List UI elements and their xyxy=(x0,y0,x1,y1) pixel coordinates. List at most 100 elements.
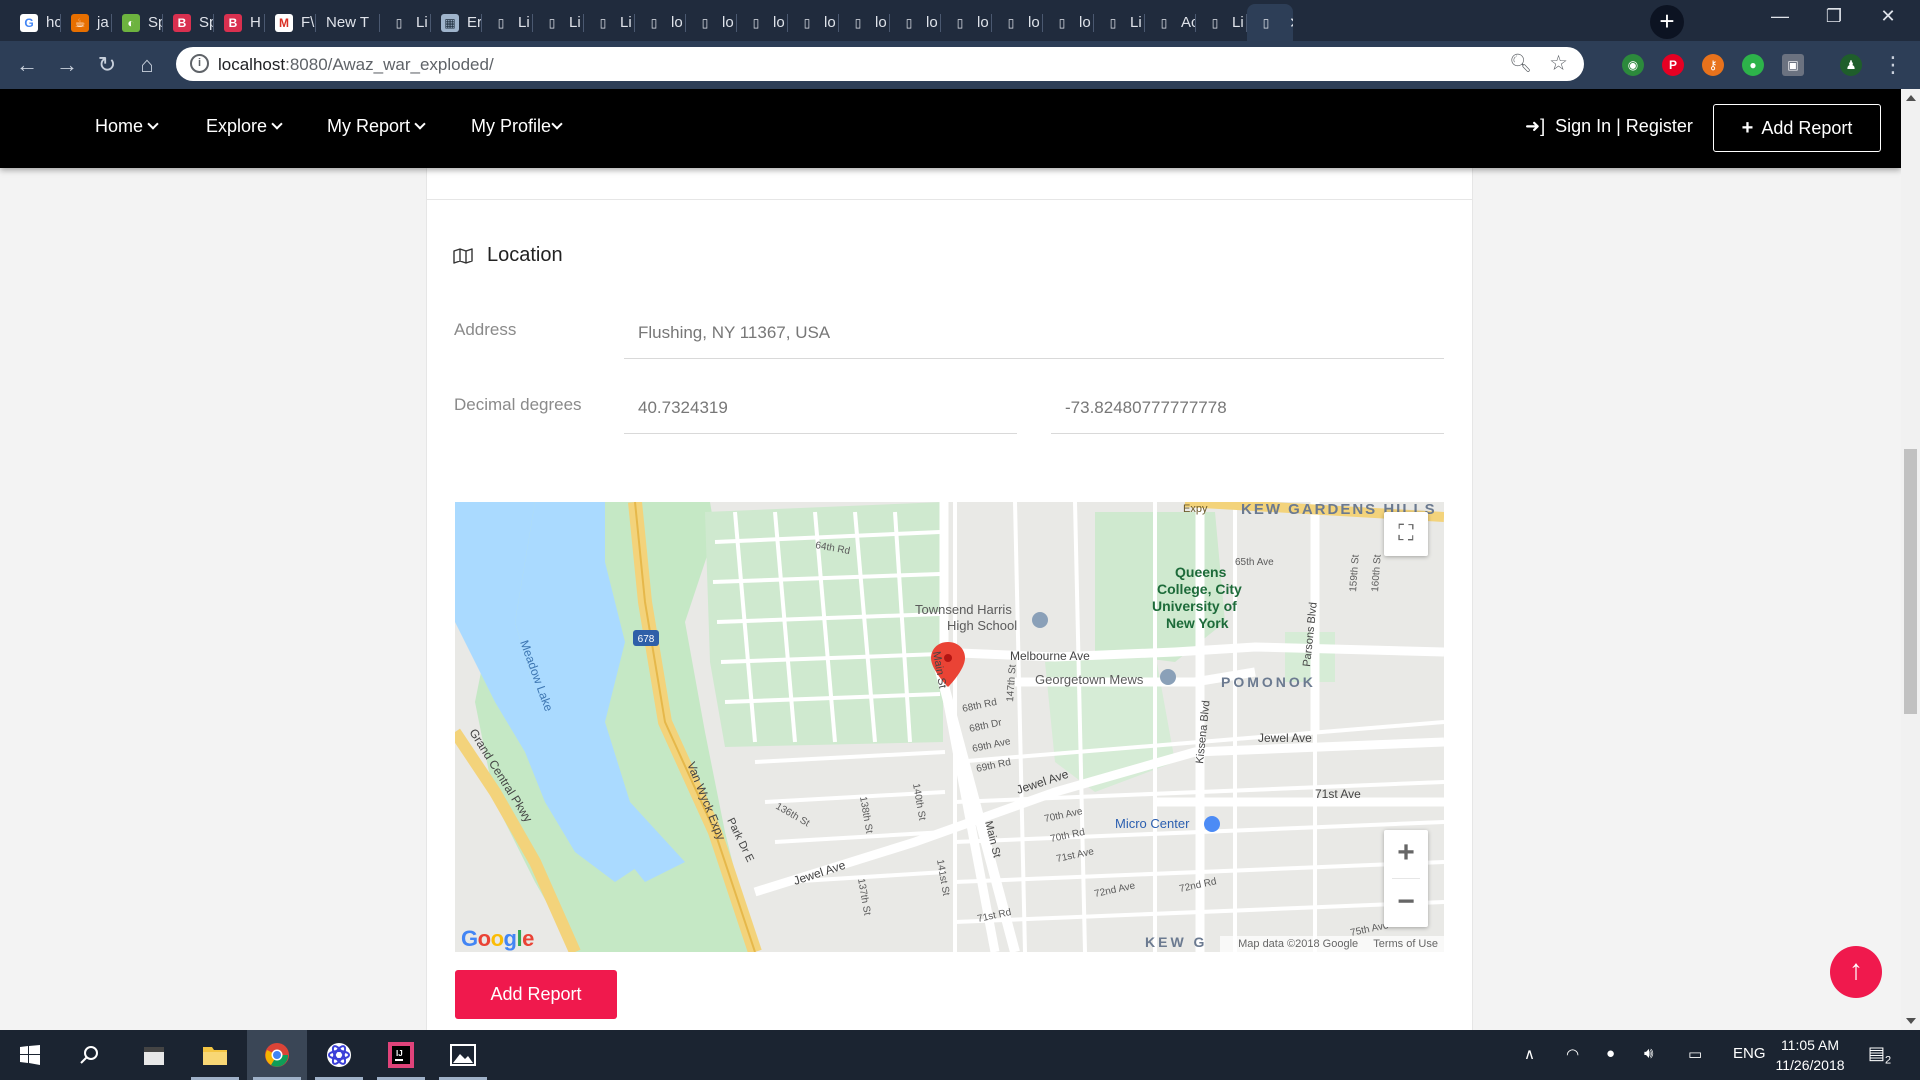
close-tab-icon[interactable]: ✕ xyxy=(1289,14,1293,32)
page-scrollbar[interactable] xyxy=(1901,89,1920,1030)
browser-tab[interactable]: ▯ Li xyxy=(1094,4,1145,41)
address-bar[interactable]: i localhost:8080/Awaz_war_exploded/ 🔍︎ ☆ xyxy=(176,47,1584,81)
page-icon: ▯ xyxy=(1262,15,1270,30)
browser-tab[interactable]: ▯ lo xyxy=(788,4,839,41)
close-window-button[interactable]: ✕ xyxy=(1868,6,1908,27)
minimize-button[interactable]: — xyxy=(1760,6,1800,27)
map-label-71st-ave: 71st Ave xyxy=(1315,787,1361,801)
terms-of-use-link[interactable]: Terms of Use xyxy=(1373,938,1438,950)
nav-explore[interactable]: Explore xyxy=(206,116,283,137)
notification-center-icon[interactable]: ▤2 xyxy=(1868,1043,1891,1067)
java-icon: ☕ xyxy=(71,13,89,32)
app-atom-icon[interactable] xyxy=(309,1030,369,1080)
browser-tab[interactable]: M F\ xyxy=(265,4,316,41)
restore-button[interactable]: ❐ xyxy=(1814,6,1854,27)
map-data-text: Map data ©2018 Google xyxy=(1238,938,1359,950)
back-to-top-button[interactable]: ↑ xyxy=(1830,946,1882,998)
browser-tab[interactable]: ▯ Ac xyxy=(1145,4,1196,41)
address-field[interactable]: Flushing, NY 11367, USA xyxy=(624,311,1444,359)
key-extension-icon[interactable]: ⚷ xyxy=(1702,54,1724,76)
browser-tab[interactable]: ▦ Er xyxy=(431,4,482,41)
browser-tab[interactable]: ▯ Li xyxy=(482,4,533,41)
browser-tab[interactable]: New T xyxy=(316,4,380,41)
sign-in-register-link[interactable]: ➜] Sign In | Register xyxy=(1525,116,1693,137)
wifi-icon[interactable]: ◠ xyxy=(1566,1045,1579,1063)
site-info-icon[interactable]: i xyxy=(190,54,209,73)
scroll-up-arrow-icon[interactable] xyxy=(1906,95,1916,101)
browser-tab[interactable]: Ghc xyxy=(10,4,61,41)
browser-tab[interactable]: ◐ Sp xyxy=(112,4,163,41)
intellij-idea-icon[interactable]: IJ xyxy=(371,1030,431,1080)
browser-tab[interactable]: ▯ lo xyxy=(737,4,788,41)
page-icon: ▯ xyxy=(1058,15,1066,30)
home-icon[interactable]: ⌂ xyxy=(132,51,162,81)
browser-menu-icon[interactable]: ⋮ xyxy=(1878,51,1908,81)
google-icon: G xyxy=(20,13,38,32)
forward-icon[interactable]: → xyxy=(52,51,82,81)
zoom-icon[interactable]: 🔍︎ xyxy=(1509,53,1532,74)
nav-my-report[interactable]: My Report xyxy=(327,116,426,137)
latitude-field[interactable]: 40.7324319 xyxy=(624,386,1017,434)
browser-tab[interactable]: B Sp xyxy=(163,4,214,41)
calendar-app-icon[interactable] xyxy=(124,1030,184,1080)
google-map[interactable]: 678 KEW GARDENS HILLS Expy Queens College… xyxy=(455,502,1444,952)
profile-avatar[interactable]: ♟ xyxy=(1840,54,1862,76)
browser-tab[interactable]: ▯ lo xyxy=(992,4,1043,41)
browser-tab[interactable]: ▯ Li xyxy=(380,4,431,41)
browser-tab[interactable]: BH xyxy=(214,4,265,41)
bookmark-star-icon[interactable]: ☆ xyxy=(1549,51,1568,76)
url-text[interactable]: localhost:8080/Awaz_war_exploded/ xyxy=(218,55,494,75)
browser-tab-label: Li xyxy=(620,14,632,31)
fullscreen-icon[interactable]: ⛶ xyxy=(1384,512,1428,556)
extension-globe-icon[interactable]: ◉ xyxy=(1622,54,1644,76)
extension-box-icon[interactable]: ▣ xyxy=(1782,54,1804,76)
add-report-submit-button[interactable]: Add Report xyxy=(455,970,617,1019)
add-report-nav-button[interactable]: + Add Report xyxy=(1713,104,1881,152)
nav-my-report-label: My Report xyxy=(327,116,411,136)
browser-tab[interactable]: ▯ Li xyxy=(533,4,584,41)
browser-tab[interactable]: ▯ lo xyxy=(890,4,941,41)
search-icon[interactable] xyxy=(60,1030,120,1080)
svg-text:IJ: IJ xyxy=(396,1049,403,1058)
scroll-down-arrow-icon[interactable] xyxy=(1906,1018,1916,1024)
browser-tab[interactable]: ▯ Li xyxy=(584,4,635,41)
browser-tab[interactable]: ▯ lo xyxy=(839,4,890,41)
browser-tab[interactable]: ▯ lo xyxy=(941,4,992,41)
browser-tab[interactable]: ▯ lo xyxy=(686,4,737,41)
browser-tab[interactable]: ▯ Li xyxy=(1196,4,1247,41)
zoom-in-button[interactable]: + xyxy=(1384,830,1428,878)
image-icon: ▦ xyxy=(441,13,459,32)
tray-overflow-chevron-icon[interactable]: ∧ xyxy=(1524,1045,1535,1063)
page-viewport: Home Explore My Report My Profile ➜] Sign… xyxy=(0,89,1901,1030)
tray-app-icon[interactable]: ● xyxy=(1606,1045,1615,1062)
chrome-icon[interactable] xyxy=(247,1030,307,1080)
zoom-out-button[interactable]: − xyxy=(1384,879,1428,927)
reload-icon[interactable]: ↻ xyxy=(92,51,122,81)
page-icon: ▯ xyxy=(548,15,556,30)
nav-my-profile[interactable]: My Profile xyxy=(471,116,563,137)
page-icon: ▯ xyxy=(701,15,709,30)
pinterest-icon[interactable]: P xyxy=(1662,54,1684,76)
longitude-field[interactable]: -73.82480777777778 xyxy=(1051,386,1444,434)
maps-pin-extension-icon[interactable]: ● xyxy=(1742,54,1764,76)
browser-tab-label: New T xyxy=(326,14,370,31)
page-icon: ▯ xyxy=(497,15,505,30)
nav-home[interactable]: Home xyxy=(95,116,159,137)
back-icon[interactable]: ← xyxy=(12,51,42,81)
google-logo[interactable]: Google xyxy=(461,926,534,952)
browser-tab[interactable]: ▯ lo xyxy=(635,4,686,41)
scrollbar-thumb[interactable] xyxy=(1904,449,1917,714)
browser-tab-label: Er xyxy=(467,14,482,31)
start-windows-icon[interactable] xyxy=(0,1030,60,1080)
action-display-icon[interactable]: ▭ xyxy=(1688,1045,1702,1063)
map-canvas[interactable]: 678 KEW GARDENS HILLS Expy Queens College… xyxy=(455,502,1444,952)
browser-tab[interactable]: ☕ ja xyxy=(61,4,112,41)
new-tab-button[interactable]: + xyxy=(1650,5,1684,39)
photos-app-icon[interactable] xyxy=(433,1030,493,1080)
browser-tab[interactable]: ▯✕ xyxy=(1247,4,1293,41)
volume-icon[interactable]: 🔊︎ xyxy=(1644,1045,1653,1062)
file-explorer-icon[interactable] xyxy=(185,1030,245,1080)
browser-tab[interactable]: ▯ lo xyxy=(1043,4,1094,41)
system-clock[interactable]: 11:05 AM 11/26/2018 xyxy=(1760,1035,1860,1075)
zoom-controls: + − xyxy=(1384,830,1428,927)
